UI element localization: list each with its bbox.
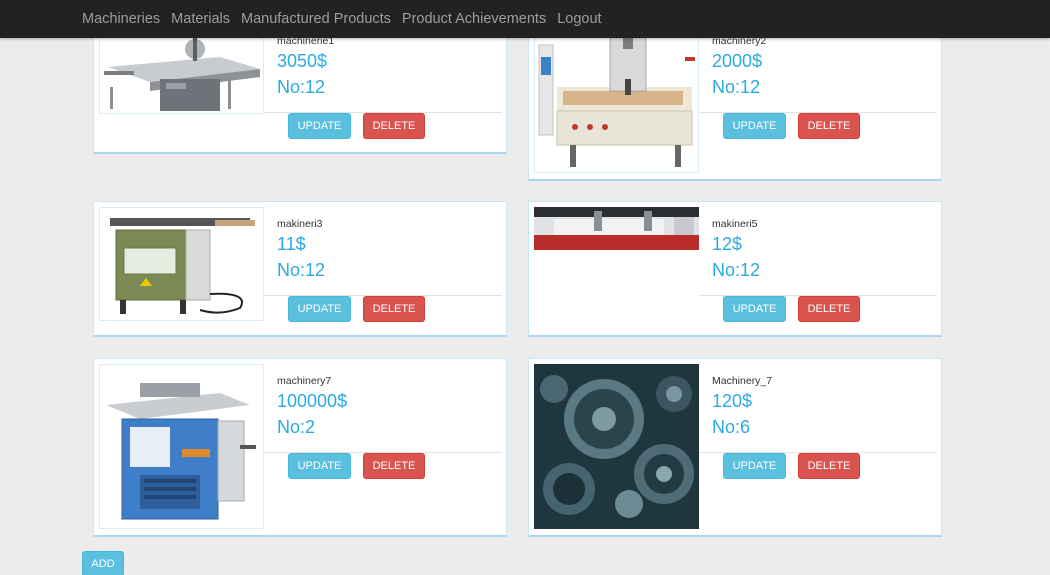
machinery-count: No:12 (277, 77, 326, 97)
machinery-info: machinery2 2000$ No:12 (712, 34, 766, 99)
machinery-price: 3050$ (277, 51, 328, 71)
machinery-card: machinery7 100000$ No:2 UPDATE DELETE (93, 358, 507, 537)
machinery-card: machinerie1 3050$ No:12 UPDATE DELETE (93, 20, 507, 154)
delete-button[interactable]: DELETE (798, 296, 860, 322)
machinery-card: Machinery_7 120$ No:6 UPDATE DELETE (528, 358, 942, 537)
machinery-price: 2000$ (712, 51, 763, 71)
update-button[interactable]: UPDATE (723, 296, 786, 322)
machinery-info: makineri5 12$ No:12 (712, 217, 760, 282)
add-button[interactable]: ADD (82, 551, 124, 575)
machinery-count: No:12 (712, 260, 761, 280)
cnc-router-image (534, 26, 699, 173)
nav-link-materials[interactable]: Materials (171, 11, 230, 27)
cnc-banner-image (534, 207, 699, 250)
machinery-info: machinerie1 3050$ No:12 (277, 34, 334, 99)
machinery-name: makineri5 (712, 218, 758, 230)
machinery-count: No:6 (712, 417, 751, 437)
delete-button[interactable]: DELETE (363, 453, 425, 479)
table-saw-image (99, 26, 264, 114)
nav-link-product-achievements[interactable]: Product Achievements (402, 11, 546, 27)
machinery-card: makineri5 12$ No:12 UPDATE DELETE (528, 201, 942, 337)
machinery-price: 12$ (712, 234, 743, 254)
machinery-info: makineri3 11$ No:12 (277, 217, 325, 282)
gears-image (534, 364, 699, 529)
update-button[interactable]: UPDATE (288, 113, 351, 139)
update-button[interactable]: UPDATE (288, 296, 351, 322)
machinery-name: machinery7 (277, 375, 332, 387)
nav-link-manufactured-products[interactable]: Manufactured Products (241, 11, 391, 27)
nav-link-machineries[interactable]: Machineries (82, 11, 160, 27)
machinery-count: No:2 (277, 417, 316, 437)
top-navbar: Machineries Materials Manufactured Produ… (0, 0, 1050, 38)
machinery-price: 120$ (712, 391, 753, 411)
machinery-name: makineri3 (277, 218, 323, 230)
machinery-count: No:12 (277, 260, 326, 280)
update-button[interactable]: UPDATE (723, 113, 786, 139)
delete-button[interactable]: DELETE (798, 453, 860, 479)
update-button[interactable]: UPDATE (723, 453, 786, 479)
delete-button[interactable]: DELETE (363, 296, 425, 322)
edge-bander-image (99, 207, 264, 321)
planer-machine-image (99, 364, 264, 529)
machinery-price: 100000$ (277, 391, 348, 411)
delete-button[interactable]: DELETE (798, 113, 860, 139)
machinery-name: Machinery_7 (712, 375, 773, 387)
machinery-price: 11$ (277, 234, 306, 254)
machinery-card: machinery2 2000$ No:12 UPDATE DELETE (528, 20, 942, 181)
machinery-count: No:12 (712, 77, 761, 97)
machinery-info: Machinery_7 120$ No:6 (712, 374, 772, 439)
nav-link-logout[interactable]: Logout (557, 11, 601, 27)
machinery-info: machinery7 100000$ No:2 (277, 374, 347, 439)
delete-button[interactable]: DELETE (363, 113, 425, 139)
update-button[interactable]: UPDATE (288, 453, 351, 479)
machinery-card: makineri3 11$ No:12 UPDATE DELETE (93, 201, 507, 337)
